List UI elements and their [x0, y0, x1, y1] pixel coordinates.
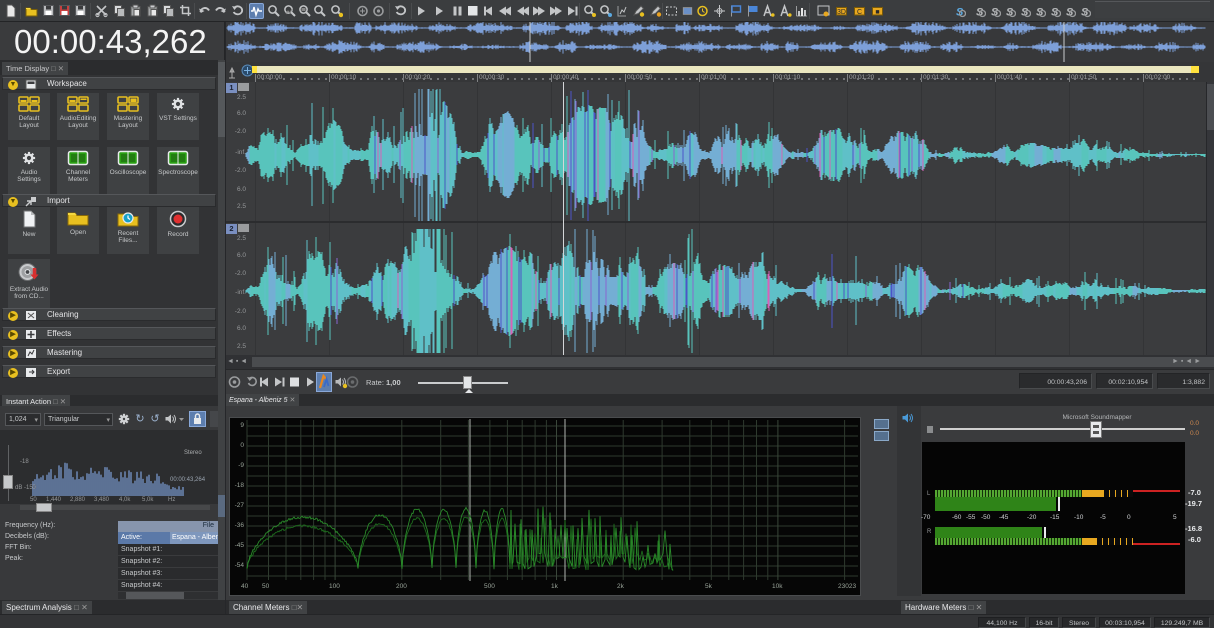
svg-text:3D: 3D [837, 9, 846, 16]
svg-text:C: C [856, 9, 861, 16]
svg-text:■: ■ [875, 9, 879, 16]
